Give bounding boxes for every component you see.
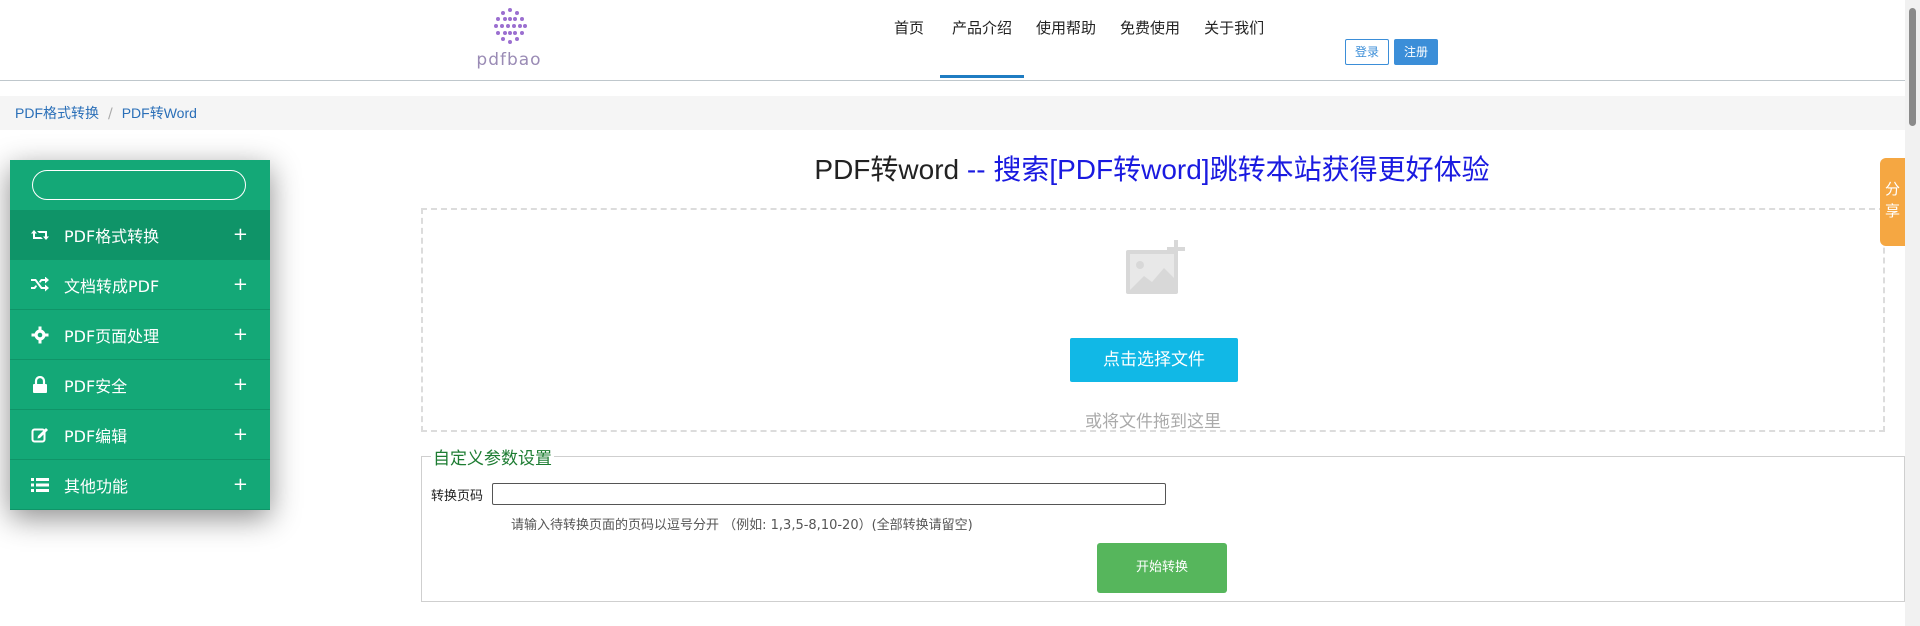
nav-help[interactable]: 使用帮助	[1024, 0, 1108, 78]
expand-plus-icon: +	[232, 324, 248, 345]
sidebar-item-pdf-edit[interactable]: PDF编辑 +	[10, 410, 270, 460]
expand-plus-icon: +	[232, 474, 248, 495]
sidebar-item-label: PDF页面处理	[64, 326, 160, 346]
breadcrumb-item-format-convert[interactable]: PDF格式转换	[15, 105, 99, 121]
breadcrumb-separator: /	[108, 106, 113, 122]
pages-hint: 请输入待转换页面的页码以逗号分开 （例如: 1,3,5-8,10-20）(全部转…	[511, 518, 973, 533]
sidebar-item-pdf-format-convert[interactable]: PDF格式转换 +	[10, 210, 270, 260]
nav-free-use[interactable]: 免费使用	[1108, 0, 1192, 78]
expand-plus-icon: +	[232, 224, 248, 245]
list-icon	[30, 475, 50, 495]
main-nav: 首页 产品介绍 使用帮助 免费使用 关于我们	[880, 0, 1276, 80]
sidebar-item-pdf-security[interactable]: PDF安全 +	[10, 360, 270, 410]
breadcrumb: PDF格式转换 / PDF转Word	[0, 96, 1905, 130]
auth-buttons: 登录 注册	[1345, 39, 1439, 65]
edit-icon	[30, 425, 50, 445]
top-header: pdfbao 首页 产品介绍 使用帮助 免费使用 关于我们 登录 注册	[0, 0, 1905, 81]
file-drop-zone[interactable]: 点击选择文件 或将文件拖到这里	[421, 208, 1885, 432]
pages-label: 转换页码	[431, 489, 484, 504]
sidebar: PDF格式转换 + 文档转成PDF + PDF页面处理 + PDF安全 + PD…	[10, 160, 270, 510]
sidebar-item-label: PDF安全	[64, 376, 128, 396]
register-button[interactable]: 注册	[1394, 39, 1439, 65]
settings-title: 自定义参数设置	[431, 444, 554, 469]
sidebar-menu: PDF格式转换 + 文档转成PDF + PDF页面处理 + PDF安全 + PD…	[10, 210, 270, 510]
nav-about[interactable]: 关于我们	[1192, 0, 1276, 78]
start-convert-button[interactable]: 开始转换	[1097, 543, 1227, 593]
choose-file-button[interactable]: 点击选择文件	[1070, 338, 1238, 382]
page-title-main: PDF转word	[814, 154, 960, 185]
custom-settings-panel: 自定义参数设置 转换页码 请输入待转换页面的页码以逗号分开 （例如: 1,3,5…	[421, 444, 1905, 602]
scrollbar-thumb[interactable]	[1909, 8, 1916, 126]
share-tab[interactable]: 分享	[1880, 158, 1905, 246]
sidebar-item-doc-to-pdf[interactable]: 文档转成PDF +	[10, 260, 270, 310]
shuffle-icon	[30, 275, 50, 295]
page-scrollbar[interactable]	[1905, 0, 1920, 626]
sidebar-search-input[interactable]	[32, 170, 246, 200]
site-logo[interactable]: pdfbao	[468, 0, 550, 76]
page-title-promo: -- 搜索[PDF转word]跳转本站获得更好体验	[959, 154, 1490, 185]
gear-icon	[30, 325, 50, 345]
expand-plus-icon: +	[232, 374, 248, 395]
image-add-icon	[1126, 240, 1185, 294]
sidebar-item-label: PDF编辑	[64, 426, 128, 446]
logo-text: pdfbao	[476, 50, 542, 70]
sidebar-item-label: 其他功能	[64, 476, 129, 496]
expand-plus-icon: +	[232, 424, 248, 445]
lock-icon	[30, 375, 50, 395]
drop-hint-text: 或将文件拖到这里	[1085, 412, 1221, 432]
share-label: 分享	[1884, 180, 1900, 220]
breadcrumb-item-pdf-to-word[interactable]: PDF转Word	[122, 105, 197, 121]
nav-products[interactable]: 产品介绍	[940, 0, 1025, 78]
nav-home[interactable]: 首页	[880, 0, 940, 78]
logo-mark-icon	[494, 8, 527, 44]
login-button[interactable]: 登录	[1345, 39, 1390, 65]
sidebar-item-other-functions[interactable]: 其他功能 +	[10, 460, 270, 510]
sidebar-item-label: PDF格式转换	[64, 226, 160, 246]
page-title: PDF转word -- 搜索[PDF转word]跳转本站获得更好体验	[420, 148, 1884, 188]
pages-input[interactable]	[492, 483, 1166, 505]
expand-plus-icon: +	[232, 274, 248, 295]
retweet-icon	[30, 225, 50, 245]
sidebar-item-page-processing[interactable]: PDF页面处理 +	[10, 310, 270, 360]
sidebar-item-label: 文档转成PDF	[64, 276, 160, 296]
